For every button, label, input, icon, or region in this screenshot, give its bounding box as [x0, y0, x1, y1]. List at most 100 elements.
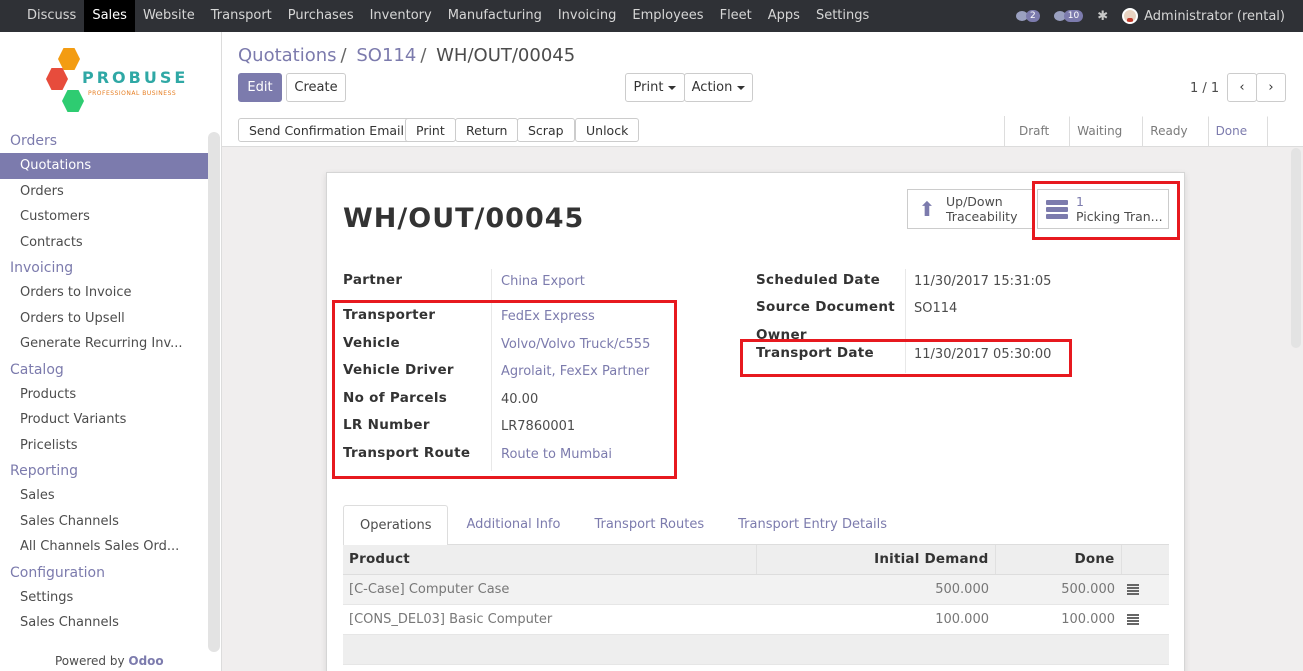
operations-table: Product Initial Demand Done [C-Case] Com…: [343, 545, 1169, 665]
cell-actions: [1121, 574, 1169, 605]
menu-transport[interactable]: Transport: [203, 0, 280, 32]
source-document-label: Source Document: [756, 299, 896, 315]
chevron-right-icon: ›: [1268, 80, 1274, 95]
sidebar-item-quotations[interactable]: Quotations: [0, 153, 208, 179]
sidebar-item-settings[interactable]: Settings: [0, 585, 208, 611]
cell-actions: [1121, 604, 1169, 635]
detailed-operations-icon[interactable]: [1127, 583, 1139, 595]
breadcrumb-quotations[interactable]: Quotations: [238, 45, 337, 66]
partner-label: Partner: [343, 272, 403, 288]
chat-button[interactable]: 10: [1053, 10, 1084, 22]
tab-transport-entry-details[interactable]: Transport Entry Details: [722, 505, 903, 545]
logo-hex-icon: [46, 68, 68, 90]
systray: 2 10 ✱ Administrator (rental): [1016, 0, 1303, 32]
breadcrumb-separator: /: [340, 45, 347, 66]
menu-sales[interactable]: Sales: [84, 0, 135, 32]
sidebar-item-orders-to-invoice[interactable]: Orders to Invoice: [0, 280, 208, 306]
sidebar-item-generate-recurring[interactable]: Generate Recurring Inv...: [0, 331, 208, 357]
print-dropdown[interactable]: Print: [625, 73, 685, 102]
messages-count-badge: 2: [1026, 10, 1040, 22]
unlock-button[interactable]: Unlock: [575, 118, 640, 142]
cell-product: [C-Case] Computer Case: [343, 574, 756, 605]
caret-down-icon: [737, 85, 746, 90]
scrap-button[interactable]: Scrap: [517, 118, 575, 142]
highlight-box: [740, 339, 1072, 377]
notebook-tabs: Operations Additional Info Transport Rou…: [343, 505, 1169, 546]
table-row[interactable]: [CONS_DEL03] Basic Computer 100.000 100.…: [343, 604, 1169, 635]
table-footer-row: [343, 634, 1169, 665]
action-dropdown[interactable]: Action: [684, 73, 753, 102]
breadcrumb-separator: /: [420, 45, 427, 66]
menu-fleet[interactable]: Fleet: [712, 0, 760, 32]
menu-invoicing[interactable]: Invoicing: [550, 0, 625, 32]
sidebar: PROBUSE PROFESSIONAL BUSINESS Orders Quo…: [0, 32, 222, 671]
sidebar-item-products[interactable]: Products: [0, 382, 208, 408]
detailed-operations-icon[interactable]: [1127, 613, 1139, 625]
status-draft[interactable]: Draft: [1005, 116, 1063, 146]
action-dropdown-label: Action: [691, 80, 733, 95]
cell-product: [CONS_DEL03] Basic Computer: [343, 604, 756, 635]
sidebar-item-sales-channels[interactable]: Sales Channels: [0, 509, 208, 535]
arrow-up-icon: ⬆: [918, 197, 936, 221]
menu-inventory[interactable]: Inventory: [362, 0, 440, 32]
sidebar-item-pricelists[interactable]: Pricelists: [0, 433, 208, 459]
company-logo[interactable]: PROBUSE PROFESSIONAL BUSINESS: [44, 44, 194, 118]
sidebar-item-orders[interactable]: Orders: [0, 179, 208, 205]
sidebar-item-all-channels-sales[interactable]: All Channels Sales Ord...: [0, 534, 208, 560]
edit-button[interactable]: Edit: [238, 73, 282, 102]
menu-settings[interactable]: Settings: [808, 0, 877, 32]
menu-discuss[interactable]: Discuss: [19, 0, 84, 32]
status-waiting[interactable]: Waiting: [1063, 116, 1136, 146]
cell-done: 500.000: [995, 574, 1121, 605]
create-button[interactable]: Create: [286, 73, 346, 102]
menu-purchases[interactable]: Purchases: [280, 0, 362, 32]
column-header-initial-demand[interactable]: Initial Demand: [756, 545, 996, 575]
return-button[interactable]: Return: [455, 118, 519, 142]
sidebar-item-config-sales-channels[interactable]: Sales Channels: [0, 610, 208, 636]
sidebar-item-customers[interactable]: Customers: [0, 204, 208, 230]
breadcrumb-so114[interactable]: SO114: [356, 45, 416, 66]
print-button[interactable]: Print: [405, 118, 456, 142]
logo-hex-icon: [62, 90, 84, 112]
tab-additional-info[interactable]: Additional Info: [450, 505, 576, 545]
tab-transport-routes[interactable]: Transport Routes: [578, 505, 720, 545]
avatar[interactable]: [1122, 8, 1139, 24]
content-scrollbar[interactable]: [1291, 148, 1301, 348]
highlight-box: [332, 300, 677, 479]
sidebar-nav: Orders Quotations Orders Customers Contr…: [0, 128, 208, 636]
column-header-product[interactable]: Product: [343, 545, 757, 575]
sidebar-scrollbar[interactable]: [208, 132, 220, 652]
sidebar-item-contracts[interactable]: Contracts: [0, 230, 208, 256]
status-ready[interactable]: Ready: [1136, 116, 1201, 146]
table-header-row: Product Initial Demand Done: [343, 545, 1169, 575]
sidebar-item-orders-to-upsell[interactable]: Orders to Upsell: [0, 306, 208, 332]
breadcrumb-current: WH/OUT/00045: [436, 45, 576, 66]
tab-operations[interactable]: Operations: [343, 505, 449, 546]
status-done[interactable]: Done: [1202, 116, 1262, 146]
sidebar-item-sales[interactable]: Sales: [0, 483, 208, 509]
pager-value: 1 / 1: [1190, 81, 1220, 96]
menu-manufacturing[interactable]: Manufacturing: [440, 0, 550, 32]
sidebar-item-product-variants[interactable]: Product Variants: [0, 407, 208, 433]
menu-employees[interactable]: Employees: [624, 0, 711, 32]
pager-next-button[interactable]: ›: [1256, 73, 1286, 102]
traceability-button[interactable]: ⬆ Up/Down Traceability: [907, 189, 1034, 229]
bug-icon[interactable]: ✱: [1097, 9, 1108, 24]
pager-previous-button[interactable]: ‹: [1227, 73, 1257, 102]
send-confirmation-email-button[interactable]: Send Confirmation Email: [238, 118, 415, 142]
control-panel: Quotations / SO114/ WH/OUT/00045 Edit Cre…: [222, 32, 1303, 147]
column-header-done[interactable]: Done: [995, 545, 1122, 575]
print-dropdown-label: Print: [633, 80, 664, 95]
table-row[interactable]: [C-Case] Computer Case 500.000 500.000: [343, 574, 1169, 605]
form-sheet: WH/OUT/00045 ⬆ Up/Down Traceability 1 Pick…: [326, 172, 1185, 671]
messages-button[interactable]: 2: [1016, 10, 1040, 22]
partner-value[interactable]: China Export: [501, 274, 585, 289]
main-menu: Discuss Sales Website Transport Purchase…: [0, 0, 877, 32]
menu-apps[interactable]: Apps: [760, 0, 808, 32]
menu-website[interactable]: Website: [135, 0, 203, 32]
sidebar-section-invoicing: Invoicing: [10, 260, 74, 276]
traceability-line1: Up/Down: [946, 194, 1003, 209]
user-menu[interactable]: Administrator (rental): [1144, 9, 1285, 24]
powered-by[interactable]: Powered by Odoo: [55, 654, 164, 668]
cell-initial-demand: 500.000: [756, 574, 995, 605]
